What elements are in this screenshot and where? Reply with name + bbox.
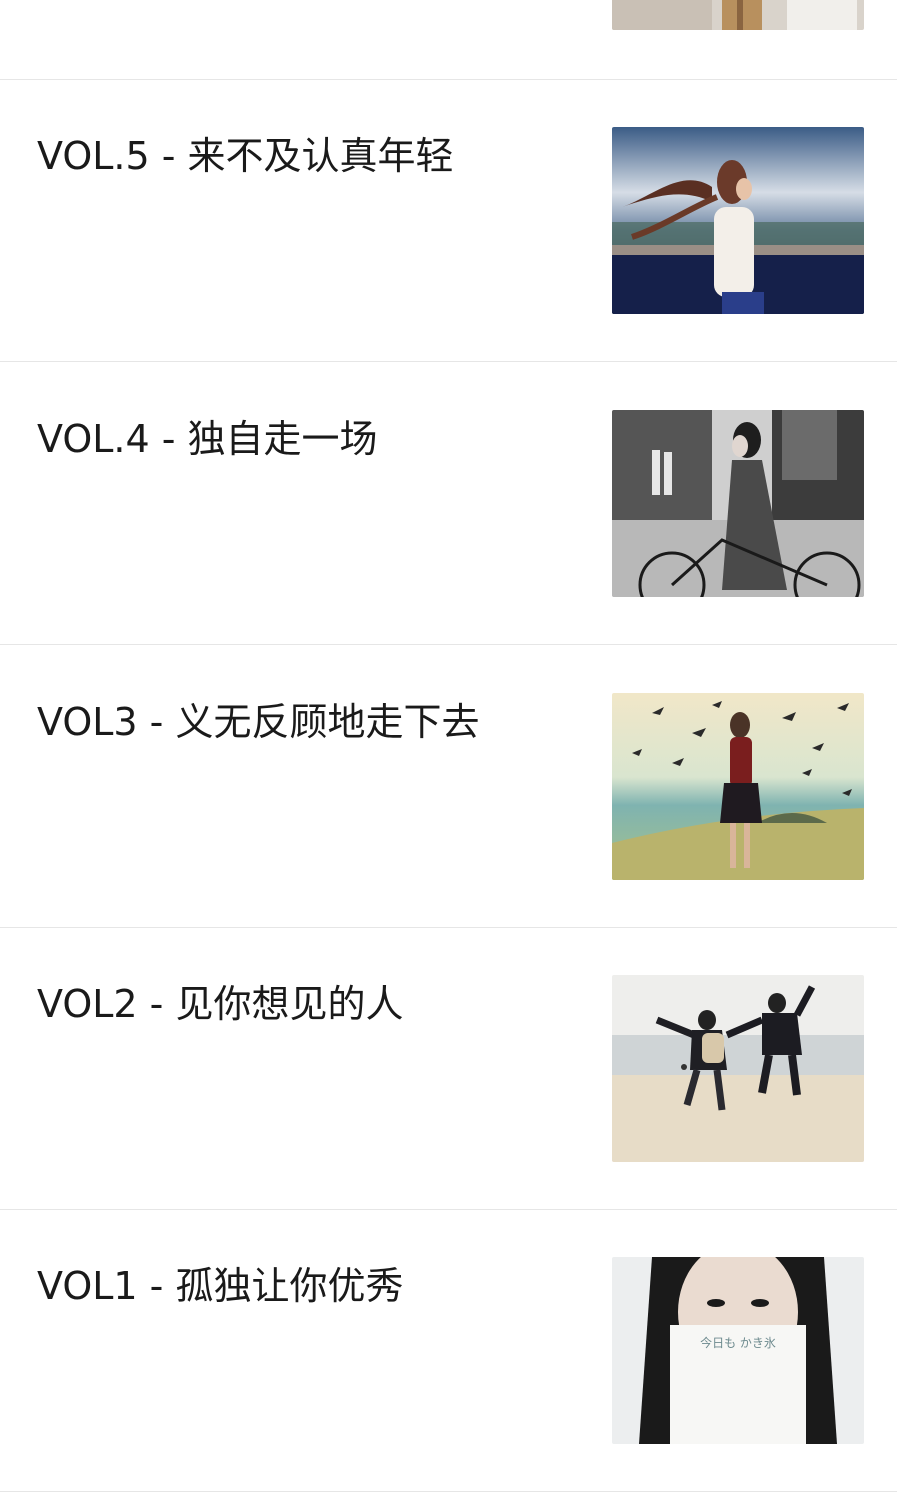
article-list: VOL.5 - 来不及认真年轻 VOL.4 - 独自走一场 VOL3 - 义无反… <box>0 0 897 1492</box>
article-title: VOL.5 - 来不及认真年轻 <box>37 134 454 178</box>
list-item-vol4[interactable]: VOL.4 - 独自走一场 <box>0 363 897 645</box>
thumbnail-image <box>612 0 864 30</box>
article-thumbnail[interactable] <box>612 0 864 30</box>
article-thumbnail[interactable] <box>612 693 864 880</box>
list-item-previous[interactable] <box>0 0 897 80</box>
list-item-vol3[interactable]: VOL3 - 义无反顾地走下去 <box>0 646 897 928</box>
article-thumbnail[interactable] <box>612 975 864 1162</box>
article-thumbnail[interactable] <box>612 127 864 314</box>
thumbnail-image: 今日も かき氷 <box>612 1257 864 1444</box>
thumbnail-image <box>612 410 864 597</box>
list-item-vol1[interactable]: VOL1 - 孤独让你优秀 今日も かき氷 <box>0 1210 897 1492</box>
article-title: VOL.4 - 独自走一场 <box>37 417 378 461</box>
thumbnail-image <box>612 975 864 1162</box>
article-title: VOL1 - 孤独让你优秀 <box>37 1264 404 1308</box>
list-item-vol5[interactable]: VOL.5 - 来不及认真年轻 <box>0 80 897 362</box>
list-item-vol2[interactable]: VOL2 - 见你想见的人 <box>0 928 897 1210</box>
thumbnail-image <box>612 127 864 314</box>
article-title: VOL2 - 见你想见的人 <box>37 982 404 1026</box>
article-title: VOL3 - 义无反顾地走下去 <box>37 700 480 744</box>
article-thumbnail[interactable]: 今日も かき氷 <box>612 1257 864 1444</box>
article-thumbnail[interactable] <box>612 410 864 597</box>
thumbnail-image <box>612 693 864 880</box>
book-cover-text: 今日も かき氷 <box>700 1335 776 1350</box>
